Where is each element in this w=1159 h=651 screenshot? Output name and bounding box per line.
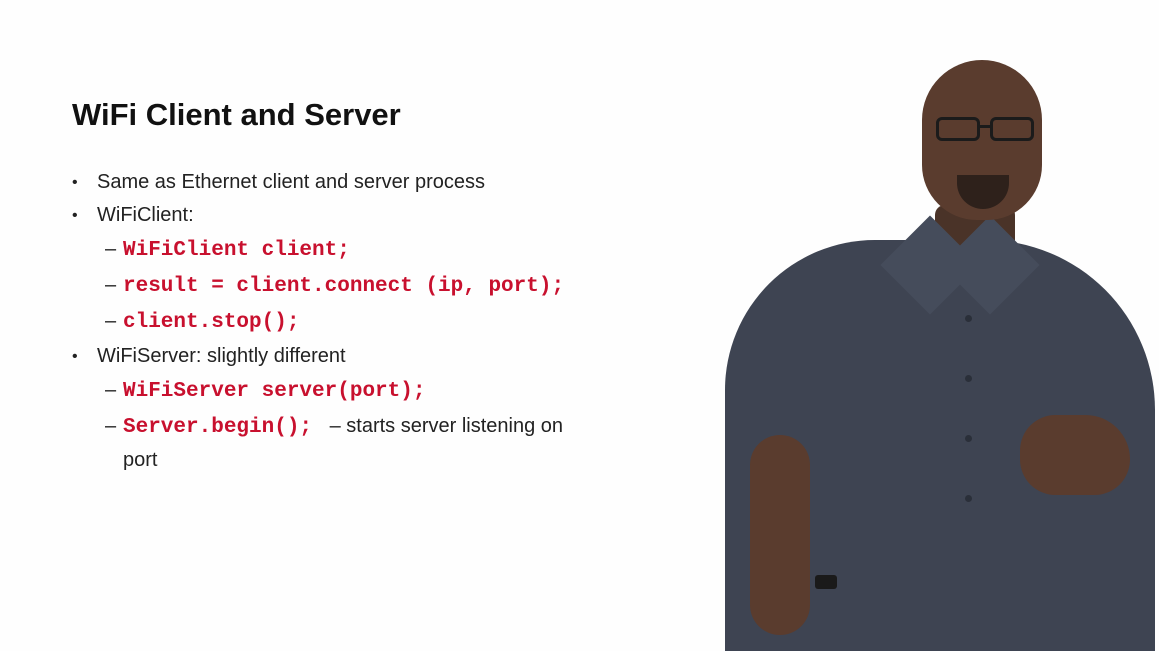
slide-title: WiFi Client and Server <box>72 97 401 132</box>
shirt-button <box>965 315 972 322</box>
server-begin-note-cont: port <box>123 449 158 471</box>
dash: – <box>105 415 117 437</box>
presenter-hand-right <box>1020 415 1130 495</box>
shirt-button <box>965 375 972 382</box>
presenter-arm-left <box>750 435 810 635</box>
code-line: – result = client.connect (ip, port); <box>72 268 642 304</box>
bullet-wifiserver: WiFiServer: slightly different <box>72 340 642 373</box>
bullet-text: WiFiClient: <box>97 204 194 226</box>
code-wificlient-decl: WiFiClient client; <box>123 239 350 262</box>
bullet-ethernet: Same as Ethernet client and server proce… <box>72 166 642 199</box>
presenter-image <box>700 55 1159 651</box>
presenter-glasses <box>928 117 1044 143</box>
dash: – <box>105 379 117 401</box>
code-server-begin: Server.begin(); <box>123 416 313 439</box>
bullet-wificlient: WiFiClient: <box>72 199 642 232</box>
code-wifiserver-decl: WiFiServer server(port); <box>123 380 426 403</box>
shirt-button <box>965 495 972 502</box>
dash: – <box>105 310 117 332</box>
dash: – <box>105 238 117 260</box>
bullet-text: WiFiServer: slightly different <box>97 345 346 367</box>
code-line: – Server.begin(); – starts server listen… <box>72 409 642 477</box>
glasses-lens-left <box>936 117 980 141</box>
glasses-lens-right <box>990 117 1034 141</box>
code-line: – WiFiServer server(port); <box>72 373 642 409</box>
code-line: – client.stop(); <box>72 304 642 340</box>
code-client-connect: result = client.connect (ip, port); <box>123 275 565 298</box>
bullet-text: Same as Ethernet client and server proce… <box>97 171 485 193</box>
remote-clicker <box>815 575 837 589</box>
server-begin-note: – starts server listening on <box>329 415 564 437</box>
shirt-button <box>965 435 972 442</box>
bullet-list: Same as Ethernet client and server proce… <box>72 166 642 477</box>
lecture-slide: WiFi Client and Server Same as Ethernet … <box>0 0 1159 651</box>
code-client-stop: client.stop(); <box>123 311 300 334</box>
code-line: – WiFiClient client; <box>72 232 642 268</box>
dash: – <box>105 274 117 296</box>
